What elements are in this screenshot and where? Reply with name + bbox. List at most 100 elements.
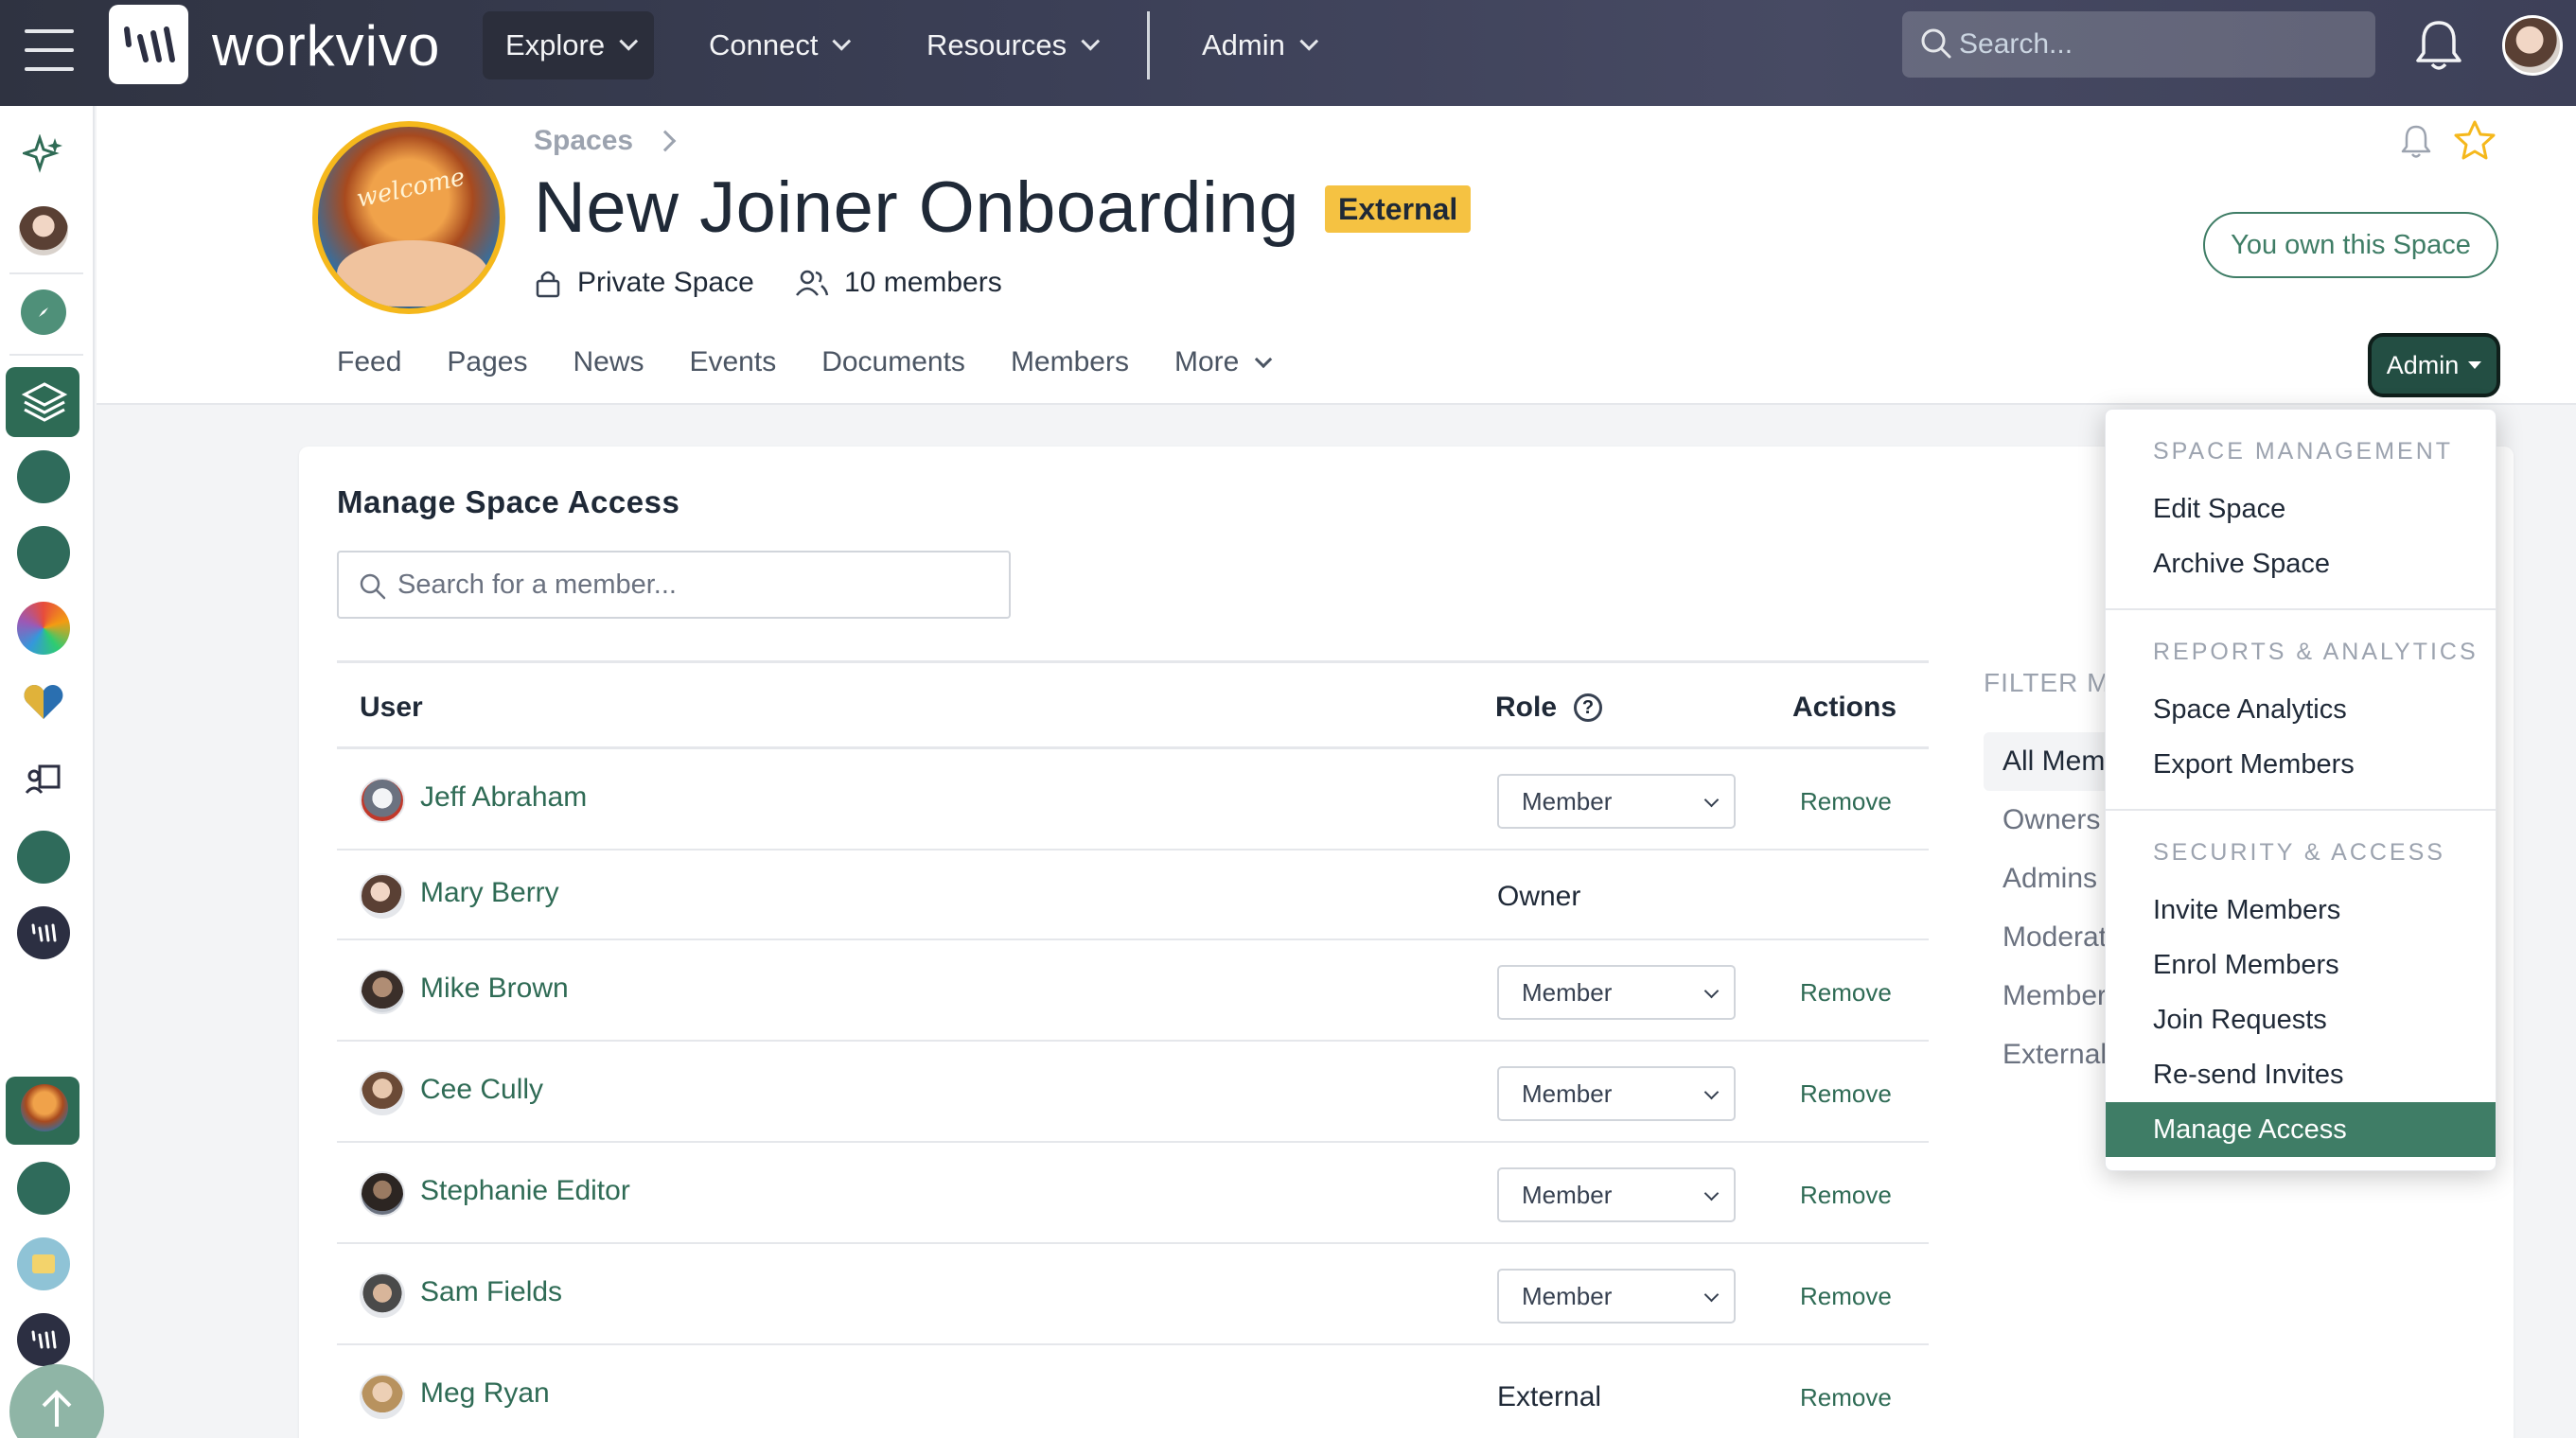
menu-item-edit-space[interactable]: Edit Space [2106, 482, 2496, 536]
help-icon[interactable]: ? [1574, 693, 1603, 722]
global-search-input[interactable]: Search... [1902, 11, 2375, 78]
sidebar-space-8[interactable] [17, 1313, 70, 1366]
chevron-down-icon [1081, 31, 1101, 51]
role-select[interactable]: Member [1497, 774, 1736, 829]
role-select[interactable]: Member [1497, 965, 1736, 1020]
external-badge: External [1325, 185, 1472, 233]
remove-link[interactable]: Remove [1800, 1181, 1892, 1210]
sidebar-space-1[interactable] [17, 450, 70, 503]
menu-item-enrol-members[interactable]: Enrol Members [2106, 938, 2496, 992]
sidebar-space-welcome[interactable] [21, 1084, 68, 1131]
global-search-placeholder: Search... [1959, 28, 2073, 60]
layers-icon[interactable] [21, 380, 68, 424]
nav-connect[interactable]: Connect [686, 11, 867, 79]
dropdown-heading-space-management: SPACE MANAGEMENT [2153, 438, 2454, 465]
card-title: Manage Space Access [337, 484, 680, 519]
remove-link[interactable]: Remove [1800, 787, 1892, 816]
member-name-link[interactable]: Jeff Abraham [420, 781, 587, 814]
tab-documents[interactable]: Documents [821, 346, 965, 378]
tab-events[interactable]: Events [689, 346, 776, 378]
menu-item-export-members[interactable]: Export Members [2106, 737, 2496, 792]
remove-link[interactable]: Remove [1800, 1079, 1892, 1109]
hamburger-menu-icon[interactable] [25, 26, 74, 74]
table-row: Jeff Abraham Member Remove [337, 749, 1929, 851]
nav-resources[interactable]: Resources [904, 11, 1116, 79]
member-name-link[interactable]: Mike Brown [420, 973, 569, 1005]
chevron-down-icon [1255, 350, 1273, 368]
column-role: Role? [1495, 692, 1603, 724]
top-navigation-bar: workvivo Explore Connect Resources Admin… [0, 0, 2576, 106]
menu-item-archive-space[interactable]: Archive Space [2106, 536, 2496, 591]
sparkle-icon[interactable] [23, 134, 64, 176]
sidebar-space-4[interactable] [17, 831, 70, 884]
tab-members[interactable]: Members [1011, 346, 1129, 378]
menu-item-resend-invites[interactable]: Re-send Invites [2106, 1047, 2496, 1102]
table-row: Mike Brown Member Remove [337, 940, 1929, 1042]
space-notification-bell-icon[interactable] [2400, 123, 2432, 161]
sidebar-space-2[interactable] [17, 526, 70, 579]
nav-explore-label: Explore [505, 28, 606, 61]
chevron-down-icon [1703, 1185, 1720, 1201]
remove-link[interactable]: Remove [1800, 1383, 1892, 1412]
sidebar-space-5[interactable] [17, 906, 70, 959]
user-avatar[interactable] [2502, 15, 2563, 76]
tab-feed[interactable]: Feed [337, 346, 401, 378]
search-icon [360, 573, 386, 600]
member-name-link[interactable]: Stephanie Editor [420, 1175, 630, 1207]
menu-item-manage-access[interactable]: Manage Access [2106, 1102, 2496, 1157]
sidebar-space-6[interactable] [17, 1162, 70, 1215]
tab-news[interactable]: News [573, 346, 644, 378]
avatar [360, 969, 405, 1014]
role-text: External [1497, 1381, 1602, 1412]
sidebar-space-7[interactable] [17, 1237, 70, 1290]
member-search-input[interactable]: Search for a member... [337, 551, 1011, 619]
caret-down-icon [2468, 361, 2482, 369]
remove-link[interactable]: Remove [1800, 978, 1892, 1008]
compass-icon[interactable] [21, 289, 66, 335]
favourite-star-icon[interactable] [2453, 119, 2497, 163]
breadcrumb[interactable]: Spaces [534, 125, 677, 157]
role-select[interactable]: Member [1497, 1167, 1736, 1222]
tab-pages[interactable]: Pages [447, 346, 527, 378]
chevron-down-icon [1703, 1084, 1720, 1100]
space-admin-button[interactable]: Admin [2372, 337, 2497, 394]
sidebar-profile-avatar[interactable] [17, 204, 70, 257]
chevron-down-icon [1299, 31, 1319, 51]
chevron-down-icon [832, 31, 852, 51]
space-avatar-welcome-text: welcome [354, 163, 468, 214]
member-name-link[interactable]: Meg Ryan [420, 1377, 550, 1410]
notification-bell-icon[interactable] [2413, 17, 2464, 74]
role-select[interactable]: Member [1497, 1066, 1736, 1121]
tab-more-label: More [1173, 346, 1240, 377]
role-text: Owner [1497, 881, 1581, 912]
brand-name[interactable]: workvivo [212, 13, 440, 79]
column-user: User [360, 692, 423, 723]
own-space-button[interactable]: You own this Space [2203, 212, 2498, 278]
avatar [360, 778, 405, 823]
heart-icon[interactable] [21, 681, 66, 723]
space-member-count[interactable]: 10 members [795, 267, 1002, 299]
sidebar-divider [9, 354, 83, 356]
people-board-icon[interactable] [25, 761, 62, 798]
menu-item-space-analytics[interactable]: Space Analytics [2106, 682, 2496, 737]
menu-item-join-requests[interactable]: Join Requests [2106, 992, 2496, 1047]
role-select-value: Member [1522, 1078, 1613, 1108]
remove-link[interactable]: Remove [1800, 1282, 1892, 1311]
member-name-link[interactable]: Mary Berry [420, 877, 559, 909]
sidebar-space-3[interactable] [17, 602, 70, 655]
space-member-count-label: 10 members [844, 267, 1002, 298]
users-icon [796, 270, 829, 296]
role-select[interactable]: Member [1497, 1269, 1736, 1324]
menu-item-invite-members[interactable]: Invite Members [2106, 883, 2496, 938]
space-privacy: Private Space [534, 267, 754, 299]
member-name-link[interactable]: Cee Cully [420, 1074, 543, 1106]
space-avatar: welcome [312, 121, 505, 314]
tab-more[interactable]: More [1173, 346, 1273, 378]
member-name-link[interactable]: Sam Fields [420, 1276, 562, 1308]
breadcrumb-spaces[interactable]: Spaces [534, 125, 633, 157]
workvivo-logo-icon[interactable] [109, 5, 188, 84]
avatar [360, 1171, 405, 1217]
nav-resources-label: Resources [926, 28, 1067, 61]
nav-explore[interactable]: Explore [483, 11, 655, 79]
nav-admin[interactable]: Admin [1179, 11, 1334, 79]
